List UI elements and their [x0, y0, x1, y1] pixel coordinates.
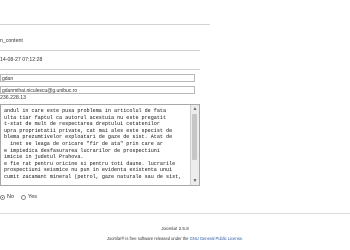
radio-no-label: No [7, 194, 15, 200]
email-field[interactable]: gdanmihai.niculescu@g.unibuc.ro [0, 86, 195, 94]
gpl-link[interactable]: GNU General Public License [190, 236, 242, 241]
footer-version: Joomla! 2.5.8 [161, 226, 189, 231]
radio-no[interactable] [0, 194, 5, 200]
comment-text: andul in care este pusa problema in arti… [4, 108, 182, 180]
footer-license: Joomla!® is free software released under… [0, 236, 350, 241]
radio-yes-label: Yes [28, 194, 38, 200]
divider [0, 50, 200, 51]
divider-top [0, 24, 210, 25]
scroll-down-icon[interactable]: ▼ [192, 178, 198, 184]
published-radio-group: No Yes [0, 194, 37, 200]
scroll-up-icon[interactable]: ▲ [192, 106, 198, 112]
footer-divider [0, 213, 350, 214]
ip-value: 236.228.13 [0, 95, 26, 101]
table-name-value: n_content [0, 38, 23, 44]
license-suffix: . [241, 236, 244, 241]
divider [0, 69, 200, 70]
datetime-value: 14-08-27 07:12:28 [0, 57, 43, 63]
radio-yes[interactable] [21, 194, 27, 200]
joomla-link[interactable]: Joomla!® is free software released under… [107, 236, 190, 241]
scrollbar-thumb[interactable] [192, 114, 197, 160]
author-field[interactable]: gdan [0, 74, 195, 82]
comment-textarea[interactable]: andul in care este pusa problema in arti… [0, 104, 200, 186]
comment-scrollbar[interactable]: ▲ ▼ [190, 105, 199, 185]
